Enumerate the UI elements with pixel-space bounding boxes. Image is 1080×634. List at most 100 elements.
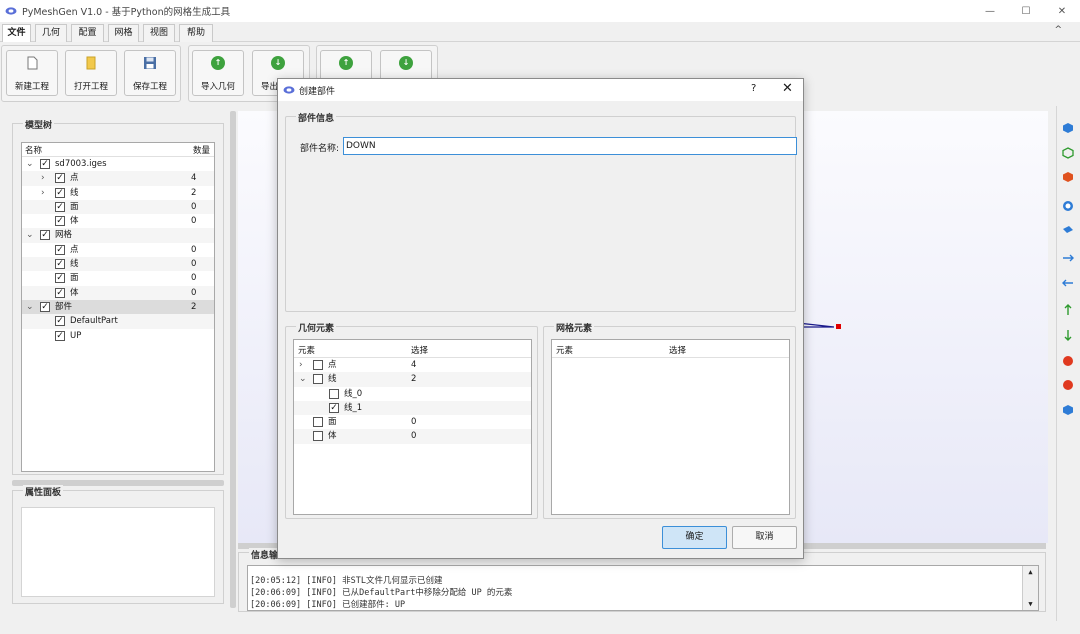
checkbox[interactable]: ✓ — [55, 259, 65, 270]
checkbox[interactable] — [329, 388, 339, 399]
checkbox[interactable]: ✓ — [40, 230, 50, 241]
checkbox[interactable]: ✓ — [55, 330, 65, 341]
row-label: 面 — [70, 201, 79, 212]
geometry-elements-tree[interactable]: 元素 选择 › 点 4 ⌄ 线 2 线_0 ✓ 线_1 面 0 体 0 — [293, 339, 532, 515]
tab-help[interactable]: 帮助 — [179, 24, 213, 42]
dialog-help-button[interactable]: ? — [751, 83, 756, 94]
solid-cube-icon[interactable] — [1062, 171, 1074, 183]
maximize-button[interactable]: ☐ — [1008, 0, 1044, 22]
tree-row[interactable]: ✓ 线_1 — [294, 400, 531, 416]
log-output[interactable]: [20:05:12] [INFO] 非STL文件几何显示已创建 [20:06:0… — [247, 565, 1039, 611]
tree-row[interactable]: ✓ DefaultPart — [22, 314, 214, 329]
isometric-view-icon[interactable] — [1062, 404, 1074, 416]
log-line: [20:06:09] [INFO] 已从DefaultPart中移除分配给 UP… — [250, 588, 513, 598]
tree-row[interactable]: 线_0 — [294, 387, 531, 401]
close-window-button[interactable]: ✕ — [1044, 0, 1080, 22]
open-project-button[interactable]: 打开工程 — [65, 50, 117, 96]
tree-row[interactable]: ⌄ ✓ 网格 — [22, 228, 214, 243]
row-label: 线 — [328, 374, 337, 385]
properties-panel-title: 属性面板 — [23, 485, 64, 498]
vertical-splitter[interactable] — [230, 111, 236, 608]
tree-row[interactable]: ⌄ ✓ sd7003.iges — [22, 157, 214, 171]
tree-row[interactable]: 面0 — [294, 415, 531, 429]
tab-view[interactable]: 视图 — [143, 24, 175, 42]
plane-view-icon[interactable] — [1062, 225, 1074, 237]
new-project-label: 新建工程 — [14, 82, 49, 92]
tree-row[interactable]: ⌄ 线 2 — [294, 372, 531, 387]
align-z-icon[interactable] — [1062, 355, 1074, 367]
tab-mesh[interactable]: 网格 — [108, 24, 139, 42]
mesh-elements-tree[interactable]: 元素 选择 — [551, 339, 790, 515]
align-z-reverse-icon[interactable] — [1062, 379, 1074, 391]
model-tree-title: 模型树 — [23, 118, 55, 131]
tree-row[interactable]: ✓ 线 0 — [22, 257, 214, 272]
row-count: 0 — [411, 431, 417, 442]
tree-row[interactable]: ✓ 体 0 — [22, 285, 214, 300]
collapse-arrow-icon[interactable]: › — [299, 358, 303, 372]
align-x-reverse-icon[interactable] — [1062, 277, 1074, 289]
align-y-reverse-icon[interactable] — [1062, 329, 1074, 341]
log-line: [20:05:12] [INFO] 非STL文件几何显示已创建 — [250, 576, 443, 586]
align-y-icon[interactable] — [1062, 304, 1074, 316]
collapse-arrow-icon[interactable]: › — [41, 186, 45, 200]
checkbox[interactable] — [313, 374, 323, 385]
checkbox[interactable]: ✓ — [55, 187, 65, 198]
checkbox[interactable] — [313, 431, 323, 442]
checkbox[interactable]: ✓ — [55, 216, 65, 227]
tab-config[interactable]: 配置 — [71, 24, 104, 42]
tree-row[interactable]: ⌄ ✓ 部件 2 — [22, 299, 214, 315]
title-bar: PyMeshGen V1.0 - 基于Python的网格生成工具 — ☐ ✕ — [0, 0, 1080, 22]
tree-row[interactable]: ✓ UP — [22, 329, 214, 343]
checkbox[interactable]: ✓ — [55, 287, 65, 298]
checkbox[interactable]: ✓ — [55, 173, 65, 184]
wireframe-cube-icon[interactable] — [1062, 147, 1074, 159]
import-geometry-button[interactable]: ↑ 导入几何 — [192, 50, 244, 96]
row-label: DefaultPart — [70, 316, 118, 327]
expand-arrow-icon[interactable]: ⌄ — [299, 372, 307, 386]
cancel-button[interactable]: 取消 — [732, 526, 797, 549]
model-tree[interactable]: 名称 数量 ⌄ ✓ sd7003.iges › ✓ 点 4 › ✓ 线 2 ✓ 面 0 ✓ 体 0 ⌄ ✓ 网格 ✓ 点 0… — [21, 142, 215, 472]
log-scrollbar[interactable]: ▲ ▼ — [1022, 566, 1038, 610]
row-count: 4 — [191, 173, 197, 184]
new-project-button[interactable]: 新建工程 — [6, 50, 58, 96]
ribbon-group-project: 新建工程 打开工程 保存工程 — [1, 45, 181, 102]
align-x-icon[interactable] — [1062, 252, 1074, 264]
checkbox[interactable]: ✓ — [55, 273, 65, 284]
checkbox[interactable]: ✓ — [329, 402, 339, 413]
tab-file[interactable]: 文件 — [2, 24, 31, 42]
dialog-close-button[interactable]: ✕ — [782, 81, 793, 96]
cube-view-icon[interactable] — [1062, 122, 1074, 134]
tree-row[interactable]: ✓ 点 0 — [22, 243, 214, 257]
collapse-ribbon-button[interactable]: ^ — [1054, 25, 1062, 35]
row-label: 网格 — [55, 230, 73, 241]
expand-arrow-icon[interactable]: ⌄ — [26, 157, 34, 171]
ok-button[interactable]: 确定 — [662, 526, 727, 549]
tree-row[interactable]: › ✓ 点 4 — [22, 171, 214, 186]
checkbox[interactable]: ✓ — [55, 244, 65, 255]
checkbox[interactable]: ✓ — [55, 316, 65, 327]
expand-arrow-icon[interactable]: ⌄ — [26, 300, 34, 314]
minimize-button[interactable]: — — [972, 0, 1008, 22]
checkbox[interactable]: ✓ — [40, 301, 50, 312]
tree-row[interactable]: › 点 4 — [294, 358, 531, 372]
tab-geometry[interactable]: 几何 — [35, 24, 67, 42]
tree-row[interactable]: 体0 — [294, 429, 531, 444]
tree-row[interactable]: ✓ 面 0 — [22, 199, 214, 215]
geometry-tree-header: 元素 选择 — [294, 340, 531, 358]
part-name-input[interactable]: DOWN — [343, 137, 797, 155]
collapse-arrow-icon[interactable]: › — [41, 171, 45, 185]
scroll-up-icon[interactable]: ▲ — [1023, 566, 1038, 578]
checkbox[interactable]: ✓ — [40, 159, 50, 169]
expand-arrow-icon[interactable]: ⌄ — [26, 228, 34, 242]
tree-row[interactable]: › ✓ 线 2 — [22, 186, 214, 200]
save-project-button[interactable]: 保存工程 — [124, 50, 176, 96]
scroll-down-icon[interactable]: ▼ — [1023, 598, 1038, 610]
checkbox[interactable]: ✓ — [55, 201, 65, 212]
checkbox[interactable] — [313, 360, 323, 370]
geometry-elements-title: 几何元素 — [296, 321, 337, 334]
checkbox[interactable] — [313, 417, 323, 428]
refresh-view-icon[interactable] — [1062, 200, 1074, 212]
tree-row[interactable]: ✓ 体 0 — [22, 214, 214, 228]
tree-row[interactable]: ✓ 面 0 — [22, 271, 214, 285]
row-count: 0 — [191, 216, 197, 227]
